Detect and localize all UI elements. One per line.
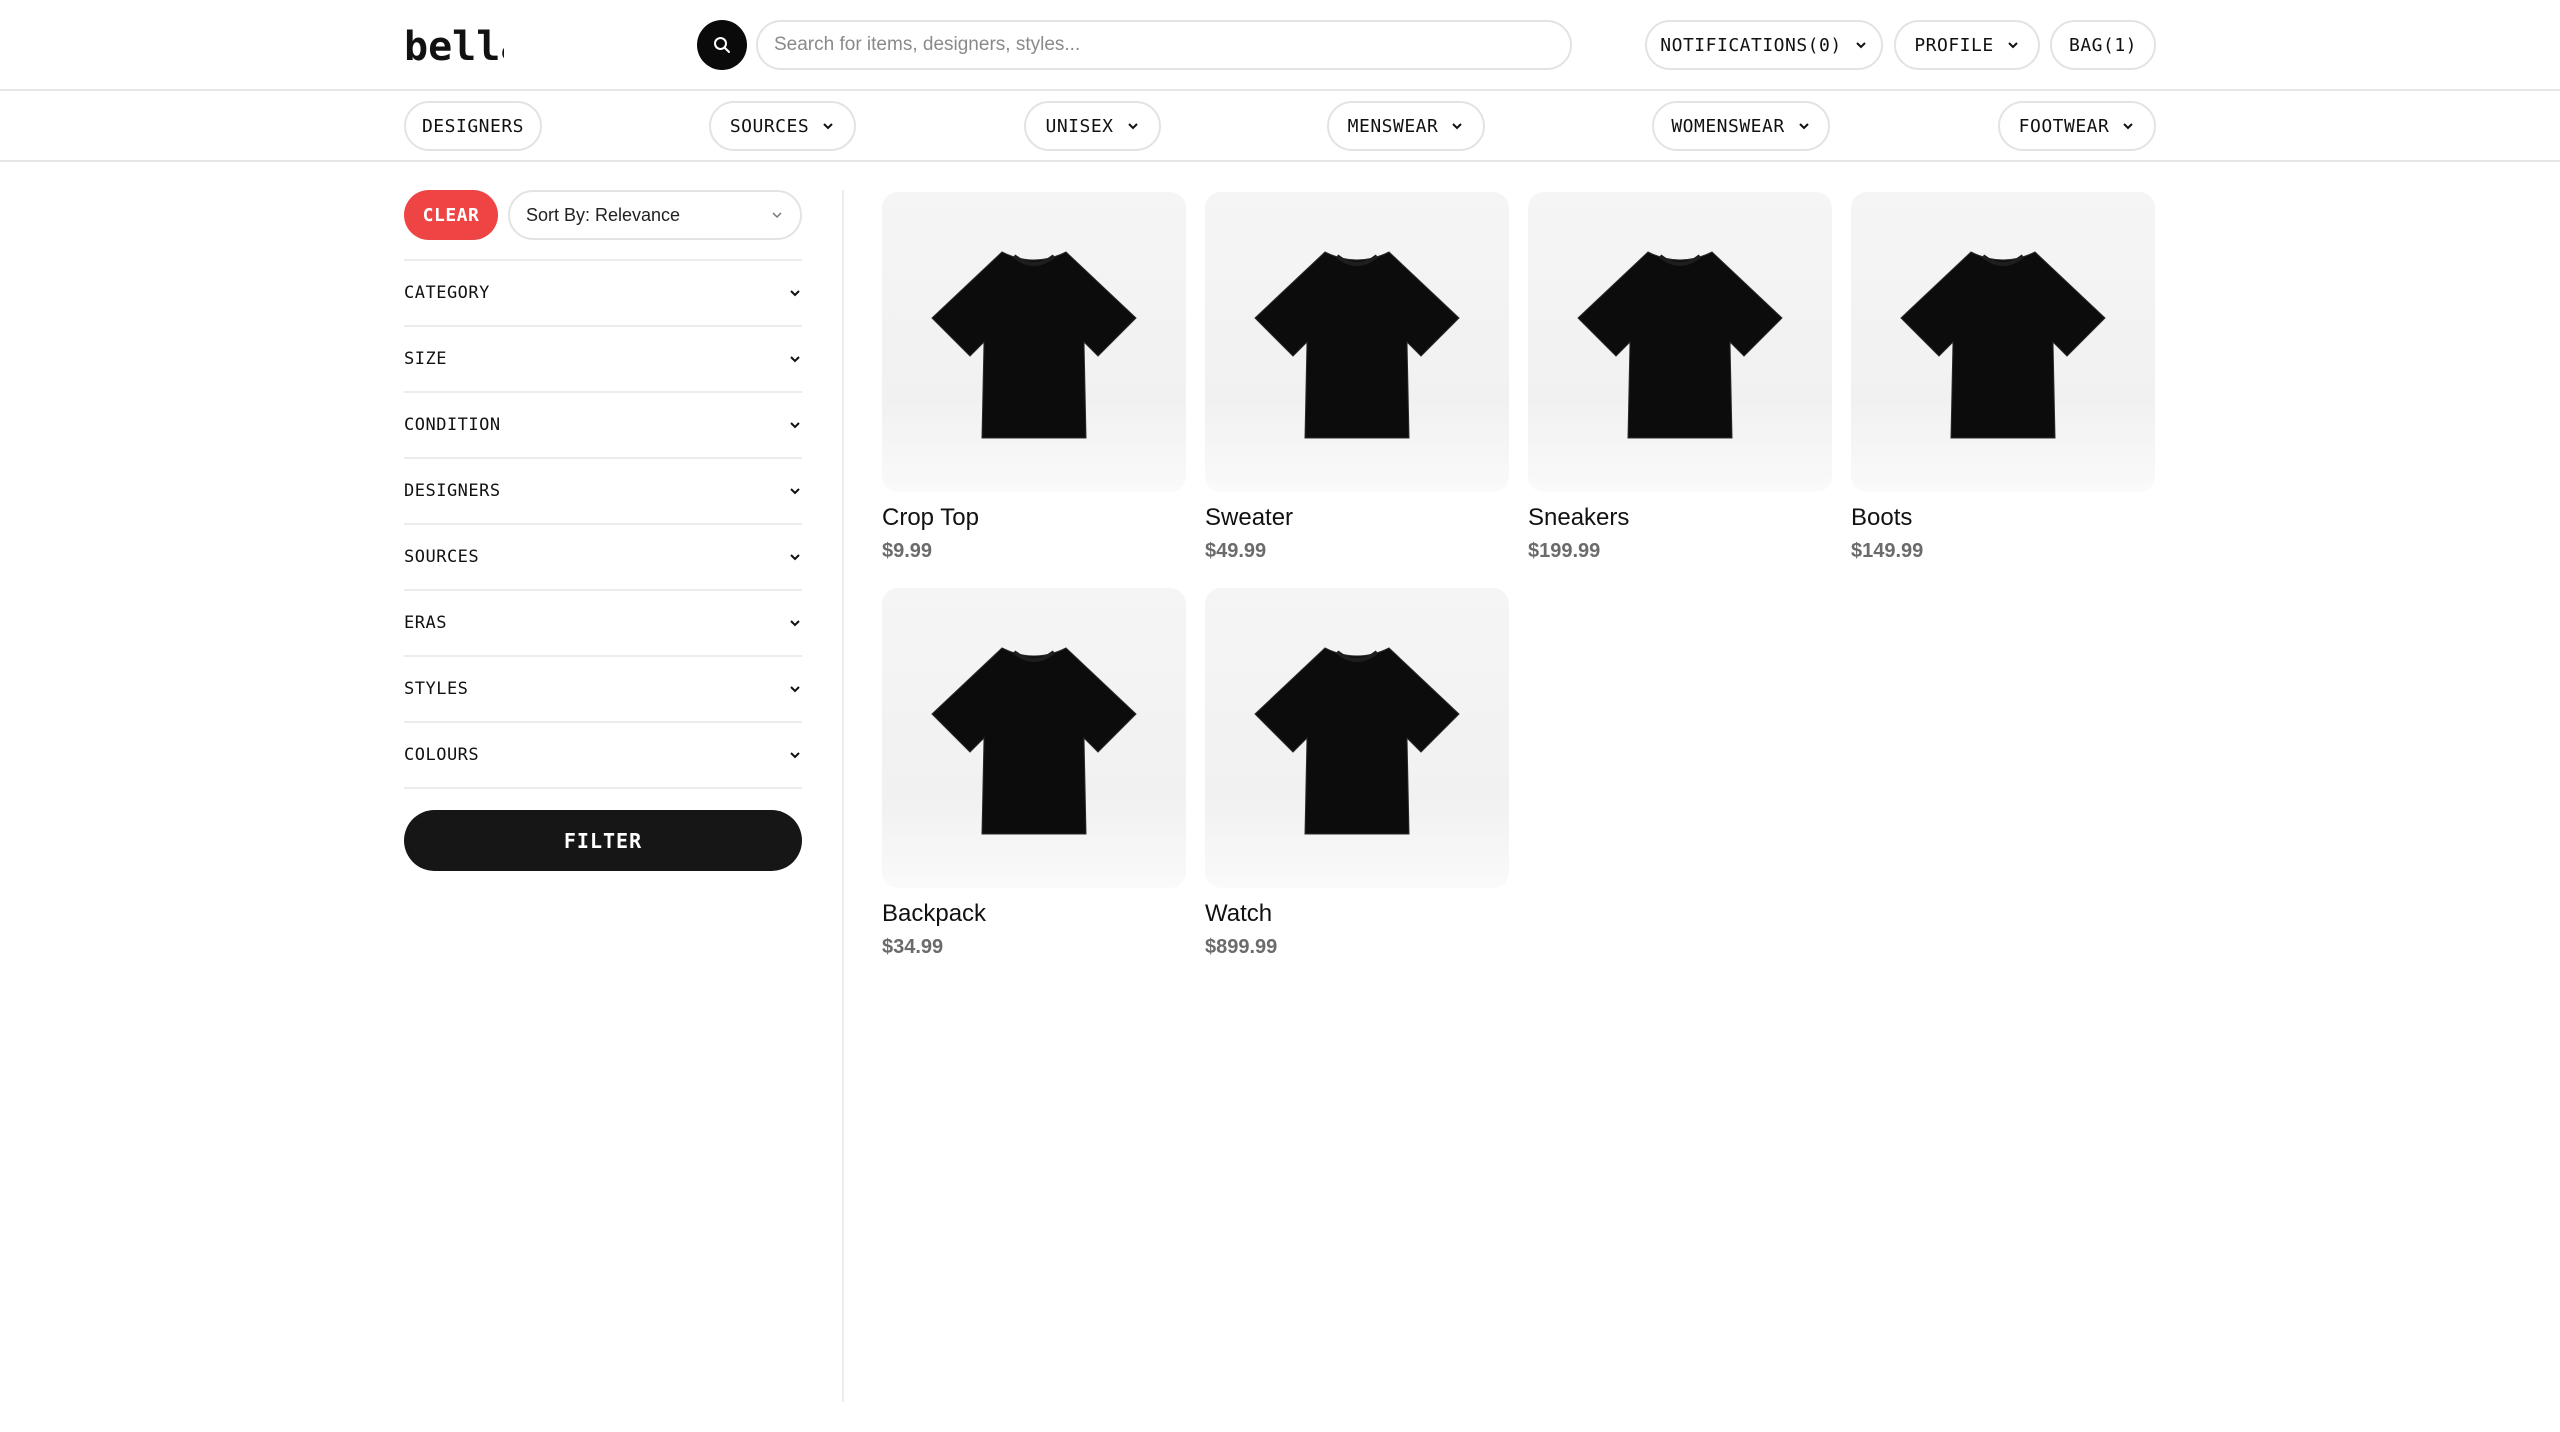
filter-label: CONDITION xyxy=(404,415,501,435)
sidebar-divider xyxy=(842,190,844,1402)
product-price: $34.99 xyxy=(882,936,944,958)
filter-button[interactable]: FILTER xyxy=(404,810,802,871)
notifications-label: NOTIFICATIONS(0) xyxy=(1660,34,1842,56)
filter-condition[interactable]: CONDITION xyxy=(404,393,802,459)
notifications-button[interactable]: NOTIFICATIONS(0) xyxy=(1645,20,1883,70)
filter-label: STYLES xyxy=(404,679,469,699)
product-price: $199.99 xyxy=(1528,540,1601,562)
product-image[interactable] xyxy=(1205,192,1509,492)
category-designers[interactable]: DESIGNERS xyxy=(404,101,542,151)
chevron-down-icon xyxy=(790,752,800,759)
tshirt-image xyxy=(1254,647,1460,835)
filter-eras[interactable]: ERAS xyxy=(404,591,802,657)
filter-label: SIZE xyxy=(404,349,447,369)
filter-label: SOURCES xyxy=(404,547,480,567)
product-name[interactable]: Crop Top xyxy=(882,504,1186,532)
chevron-down-icon xyxy=(2007,42,2018,49)
category-label: FOOTWEAR xyxy=(2018,115,2110,137)
category-sources[interactable]: SOURCES xyxy=(709,101,856,151)
bella-logo[interactable]: bella xyxy=(404,26,504,66)
top-header: bella NOTIFICATIONS(0) PROFILE BAG(1) xyxy=(0,0,2560,91)
product-name[interactable]: Sneakers xyxy=(1528,504,1832,532)
filter-designers[interactable]: DESIGNERS xyxy=(404,459,802,525)
search-button[interactable] xyxy=(697,20,747,70)
chevron-down-icon xyxy=(823,123,833,130)
category-label: MENSWEAR xyxy=(1347,115,1439,137)
sort-label: Sort By: Relevance xyxy=(526,204,681,225)
category-unisex[interactable]: UNISEX xyxy=(1024,101,1161,151)
product-name[interactable]: Backpack xyxy=(882,900,1186,928)
filter-size[interactable]: SIZE xyxy=(404,327,802,393)
bag-button[interactable]: BAG(1) xyxy=(2050,20,2156,70)
product-card[interactable]: Watch $899.99 xyxy=(1205,588,1509,959)
filter-label: COLOURS xyxy=(404,745,480,765)
filter-category[interactable]: CATEGORY xyxy=(404,261,802,327)
sort-select[interactable]: Sort By: Relevance xyxy=(508,190,802,240)
chevron-down-icon xyxy=(1798,123,1809,130)
chevron-down-icon xyxy=(1855,42,1866,49)
category-footwear[interactable]: FOOTWEAR xyxy=(1998,101,2156,151)
product-price: $9.99 xyxy=(882,540,933,562)
product-price: $899.99 xyxy=(1205,936,1278,958)
product-image[interactable] xyxy=(1528,192,1832,492)
chevron-down-icon xyxy=(2123,123,2134,130)
product-card[interactable]: Crop Top $9.99 xyxy=(882,192,1186,563)
bag-label: BAG(1) xyxy=(2068,34,2138,56)
product-card[interactable]: Boots $149.99 xyxy=(1851,192,2155,563)
tshirt-image xyxy=(931,647,1137,835)
filter-label: CATEGORY xyxy=(404,283,490,303)
category-womenswear[interactable]: WOMENSWEAR xyxy=(1652,101,1830,151)
product-name[interactable]: Watch xyxy=(1205,900,1509,928)
tshirt-image xyxy=(931,251,1137,439)
search-icon xyxy=(714,37,730,53)
category-label: UNISEX xyxy=(1045,115,1114,137)
chevron-down-icon xyxy=(790,356,800,363)
tshirt-image xyxy=(1900,251,2106,439)
category-label: WOMENSWEAR xyxy=(1671,115,1785,137)
product-price: $149.99 xyxy=(1851,540,1924,562)
filter-sources[interactable]: SOURCES xyxy=(404,525,802,591)
product-image[interactable] xyxy=(882,192,1186,492)
category-nav: DESIGNERS SOURCES UNISEX MENSWEAR WOMENS… xyxy=(0,93,2560,162)
chevron-down-icon xyxy=(790,554,800,561)
chevron-down-icon xyxy=(1127,123,1138,130)
category-menswear[interactable]: MENSWEAR xyxy=(1327,101,1485,151)
product-image[interactable] xyxy=(1851,192,2155,492)
chevron-down-icon xyxy=(790,686,800,693)
product-name[interactable]: Boots xyxy=(1851,504,2155,532)
profile-label: PROFILE xyxy=(1914,34,1994,56)
chevron-down-icon xyxy=(772,212,782,219)
chevron-down-icon xyxy=(790,488,800,495)
clear-button[interactable]: CLEAR xyxy=(404,190,498,240)
product-card[interactable]: Backpack $34.99 xyxy=(882,588,1186,959)
filter-styles[interactable]: STYLES xyxy=(404,657,802,723)
filter-label: ERAS xyxy=(404,613,447,633)
profile-button[interactable]: PROFILE xyxy=(1894,20,2040,70)
tshirt-image xyxy=(1254,251,1460,439)
product-image[interactable] xyxy=(882,588,1186,888)
category-label: DESIGNERS xyxy=(421,115,525,137)
filter-label: DESIGNERS xyxy=(404,481,501,501)
tshirt-image xyxy=(1577,251,1783,439)
logo-text: bella xyxy=(404,26,504,66)
chevron-down-icon xyxy=(790,290,800,297)
product-image[interactable] xyxy=(1205,588,1509,888)
product-name[interactable]: Sweater xyxy=(1205,504,1509,532)
product-card[interactable]: Sweater $49.99 xyxy=(1205,192,1509,563)
product-card[interactable]: Sneakers $199.99 xyxy=(1528,192,1832,563)
search-input[interactable] xyxy=(756,20,1572,70)
chevron-down-icon xyxy=(790,620,800,627)
filter-list: CATEGORY SIZE CONDITION DESIGNERS SOURCE… xyxy=(404,259,802,789)
chevron-down-icon xyxy=(790,422,800,429)
category-label: SOURCES xyxy=(729,115,810,137)
chevron-down-icon xyxy=(1452,123,1463,130)
filter-colours[interactable]: COLOURS xyxy=(404,723,802,789)
product-price: $49.99 xyxy=(1205,540,1267,562)
